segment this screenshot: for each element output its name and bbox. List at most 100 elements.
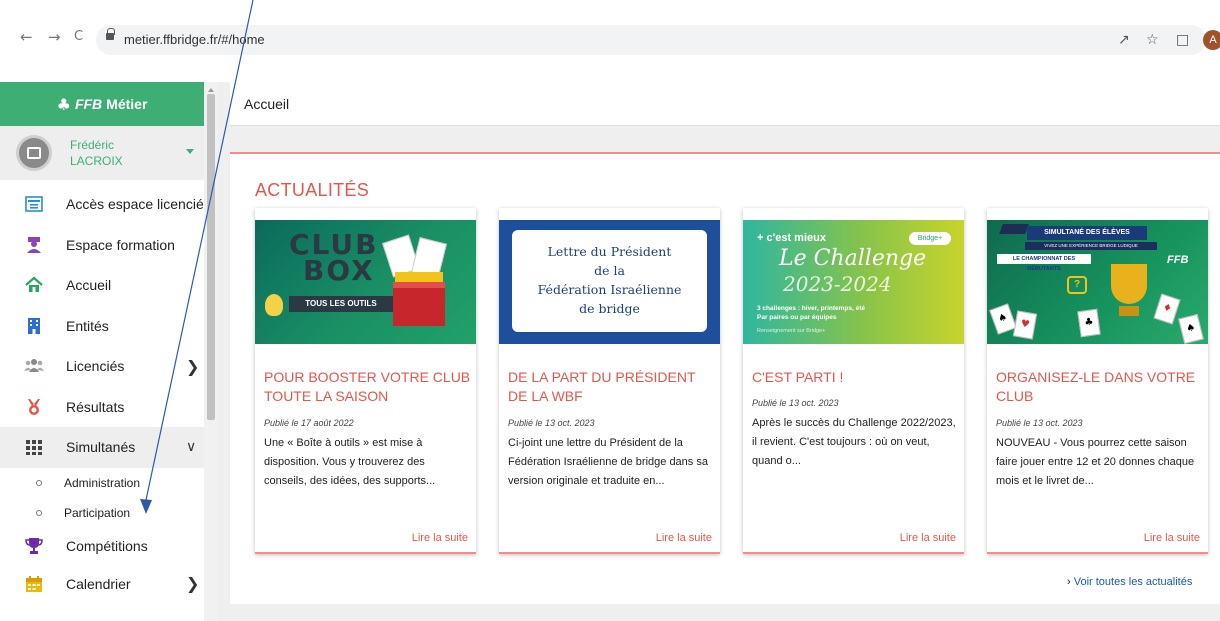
news-card[interactable]: CLUB BOX TOUS LES OUTILS POUR BOOSTER VO… xyxy=(255,208,476,554)
lock-icon xyxy=(106,28,115,40)
profile-avatar[interactable]: A xyxy=(1203,30,1220,50)
club-logo-icon: ♣ xyxy=(56,94,71,114)
sidebar-item-competitions[interactable]: Compétitions xyxy=(0,528,204,564)
sidebar-item-label: Calendrier xyxy=(66,575,131,592)
chevron-right-icon: ❯ xyxy=(186,574,200,594)
page-topbar: Accueil xyxy=(230,82,1220,126)
users-icon xyxy=(24,356,44,376)
user-name: Frédéric LACROIX xyxy=(70,138,123,168)
chevron-right-icon: ❯ xyxy=(186,356,200,376)
news-image-simultane[interactable]: SIMULTANÉ DES ÉLÈVES VIVEZ UNE EXPÉRIENC… xyxy=(987,220,1208,344)
sidebar: ♣ FFB Métier Frédéric LACROIX Accès espa… xyxy=(0,82,204,621)
sidebar-item-calendrier[interactable]: Calendrier ❯ xyxy=(0,564,204,605)
news-date: Publié le 13 oct. 2023 xyxy=(508,418,595,428)
sidepanel-icon[interactable]: □ xyxy=(1176,32,1189,48)
trophy-base xyxy=(1119,306,1139,316)
calendar-icon xyxy=(24,574,44,594)
sidebar-item-espace-formation[interactable]: Espace formation xyxy=(0,225,204,266)
building-icon xyxy=(24,316,44,336)
sidebar-scrollbar[interactable] xyxy=(204,82,218,621)
chevron-down-icon: ∨ xyxy=(186,439,197,456)
brand-header[interactable]: ♣ FFB Métier xyxy=(0,82,204,126)
playing-card-icon: ♦ xyxy=(1153,293,1181,325)
playing-card-icon: ♣ xyxy=(1077,308,1101,338)
scrollbar-thumb[interactable] xyxy=(207,94,215,420)
news-image-challenge[interactable]: + c'est mieux Bridge+ Le Challenge 2023-… xyxy=(743,220,964,344)
image-text: VIVEZ UNE EXPÉRIENCE BRIDGE LUDIQUE xyxy=(1025,242,1157,250)
brand-ffb: FFB xyxy=(74,96,103,112)
image-text: FFB xyxy=(1167,254,1189,266)
news-panel: ACTUALITÉS CLUB BOX TOUS LES OUTILS POUR… xyxy=(230,152,1220,604)
chevron-right-icon: › xyxy=(1067,576,1074,588)
news-date: Publié le 13 oct. 2023 xyxy=(752,398,839,408)
playing-card-icon: ♠ xyxy=(1178,313,1204,344)
trophy-image-icon xyxy=(1111,264,1147,304)
graduate-icon xyxy=(24,235,44,255)
news-card[interactable]: + c'est mieux Bridge+ Le Challenge 2023-… xyxy=(743,208,964,554)
sidebar-item-entites[interactable]: Entités xyxy=(0,306,204,347)
image-text: 3 challenges : hiver, printemps, été Par… xyxy=(757,305,866,321)
sidebar-item-accueil[interactable]: Accueil xyxy=(0,265,204,306)
news-date: Publié le 17 août 2022 xyxy=(264,418,354,428)
news-title[interactable]: DE LA PART DU PRÉSIDENT DE LA WBF xyxy=(508,368,716,406)
brand-metier: Métier xyxy=(106,96,148,112)
back-arrow-icon[interactable]: ← xyxy=(20,28,33,46)
news-image-clubbox[interactable]: CLUB BOX TOUS LES OUTILS xyxy=(255,220,476,344)
news-heading: ACTUALITÉS xyxy=(255,180,370,200)
read-more-link[interactable]: Lire la suite xyxy=(1144,532,1200,544)
id-card-icon xyxy=(24,194,44,214)
image-text: LE CHAMPIONNAT DES DÉBUTANTS xyxy=(997,254,1091,272)
image-text: + c'est mieux xyxy=(757,232,826,244)
news-card[interactable]: Lettre du Président de la Fédération Isr… xyxy=(499,208,720,554)
sidebar-item-label: Accueil xyxy=(66,277,112,294)
read-more-link[interactable]: Lire la suite xyxy=(656,532,712,544)
reload-icon[interactable]: C xyxy=(74,29,83,44)
read-more-link[interactable]: Lire la suite xyxy=(900,532,956,544)
sidebar-item-licencies[interactable]: Licenciés ❯ xyxy=(0,346,204,387)
share-icon[interactable]: ↗ xyxy=(1118,32,1130,48)
image-text: Renseignement sur Bridge+ xyxy=(757,328,826,334)
sidebar-item-label: Accès espace licencié xyxy=(66,196,204,213)
news-title[interactable]: C'EST PARTI ! xyxy=(752,368,960,387)
caret-down-icon[interactable] xyxy=(186,149,194,154)
user-profile[interactable]: Frédéric LACROIX xyxy=(0,126,204,180)
image-text: Le Challenge xyxy=(779,246,927,271)
sidebar-item-label: Espace formation xyxy=(66,236,175,253)
image-text: CLUB BOX xyxy=(289,228,379,287)
sidebar-item-label: Simultanés xyxy=(66,439,136,456)
news-title[interactable]: ORGANISEZ-LE DANS VOTRE CLUB xyxy=(996,368,1204,406)
sidebar-item-resultats[interactable]: Résultats xyxy=(0,387,204,428)
sidebar-item-acces-licencie[interactable]: Accès espace licencié xyxy=(0,184,204,225)
url-text[interactable]: metier.ffbridge.fr/#/home xyxy=(124,32,265,47)
sidebar-item-simultanes[interactable]: Simultanés ∨ xyxy=(0,427,204,468)
user-avatar-icon xyxy=(16,135,52,171)
news-excerpt: Ci-joint une lettre du Président de la F… xyxy=(508,437,708,487)
read-more-link[interactable]: Lire la suite xyxy=(412,532,468,544)
image-text: Lettre du Président de la Fédération Isr… xyxy=(512,230,707,332)
sidebar-item-label: Licenciés xyxy=(66,358,125,375)
news-date: Publié le 13 oct. 2023 xyxy=(996,418,1083,428)
trophy-icon xyxy=(24,536,44,556)
see-all-news-link[interactable]: › Voir toutes les actualités xyxy=(1067,576,1192,588)
sidebar-item-label: Entités xyxy=(66,317,109,334)
news-image-letter[interactable]: Lettre du Président de la Fédération Isr… xyxy=(499,220,720,344)
news-title[interactable]: POUR BOOSTER VOTRE CLUB TOUTE LA SAISON xyxy=(264,368,472,406)
subitem-administration[interactable]: Administration xyxy=(0,468,204,498)
medal-icon xyxy=(24,397,44,417)
bookmark-star-icon[interactable]: ☆ xyxy=(1146,32,1159,48)
lightbulb-icon xyxy=(265,294,283,316)
news-card[interactable]: SIMULTANÉ DES ÉLÈVES VIVEZ UNE EXPÉRIENC… xyxy=(987,208,1208,554)
address-bar[interactable]: metier.ffbridge.fr/#/home xyxy=(96,25,1206,55)
image-text: 2023-2024 xyxy=(783,272,892,296)
bullet-icon xyxy=(36,509,42,516)
subitem-participation[interactable]: Participation xyxy=(0,498,204,528)
forward-arrow-icon[interactable]: → xyxy=(48,28,61,46)
scroll-up-icon[interactable] xyxy=(208,88,214,92)
home-icon xyxy=(24,275,44,295)
subitem-label: Administration xyxy=(64,475,141,490)
grid-icon xyxy=(24,437,44,457)
news-excerpt: NOUVEAU - Vous pourrez cette saison fair… xyxy=(996,437,1195,487)
main-content: Accueil ACTUALITÉS CLUB BOX TOUS LES OUT… xyxy=(218,82,1220,621)
graduation-cap-icon xyxy=(999,224,1029,234)
image-tag: TOUS LES OUTILS xyxy=(289,296,393,312)
